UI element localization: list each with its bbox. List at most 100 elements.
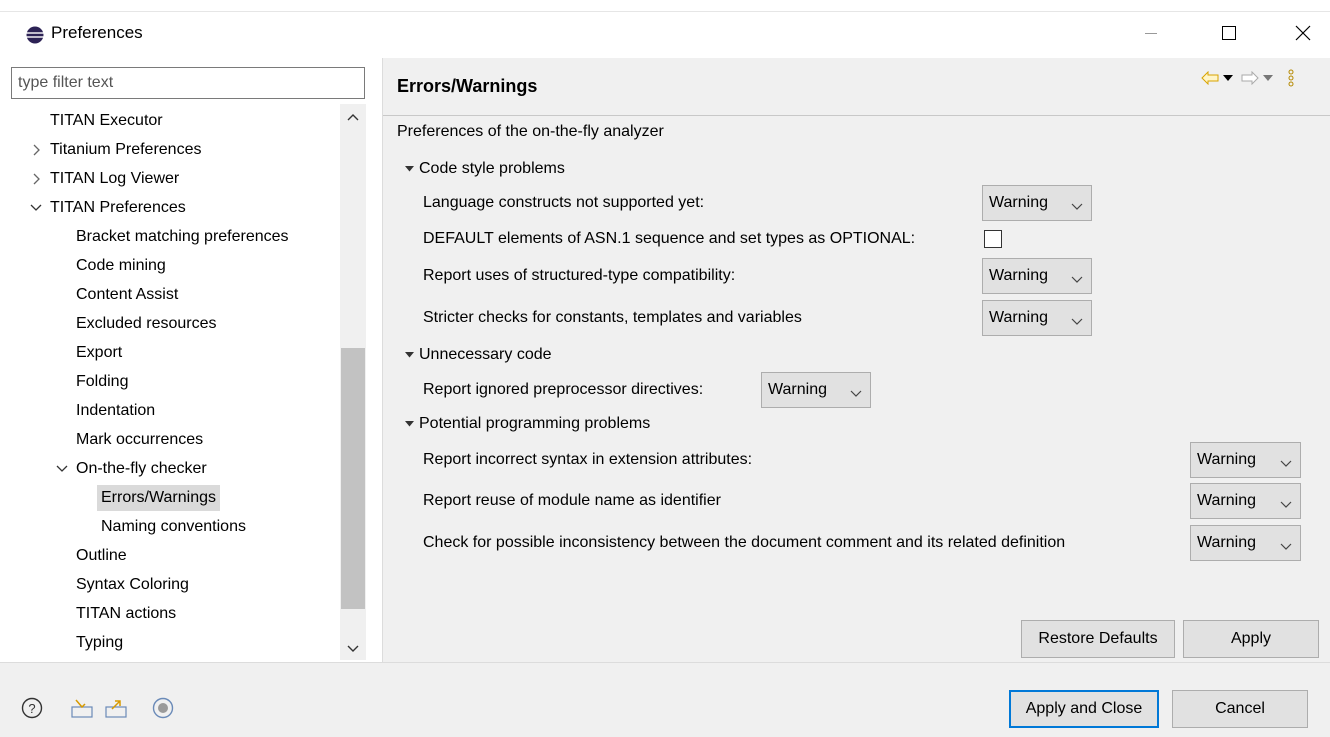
forward-arrow-icon[interactable] <box>1241 66 1259 90</box>
setting-label: Report ignored preprocessor directives: <box>423 381 704 398</box>
tree-item-excluded-resources[interactable]: Excluded resources <box>76 311 217 337</box>
tree-item-titan-actions[interactable]: TITAN actions <box>76 601 176 627</box>
tree-item-errors-warnings[interactable]: Errors/Warnings <box>97 485 220 511</box>
combo-value: Warning <box>1197 492 1256 509</box>
back-menu-icon[interactable] <box>1223 66 1233 90</box>
tree-item-label: TITAN actions <box>76 605 177 622</box>
scrollbar-thumb[interactable] <box>341 348 365 609</box>
page-title: Errors/Warnings <box>397 76 538 96</box>
tree-item-label: Typing <box>76 634 124 651</box>
record-icon[interactable] <box>151 696 175 720</box>
import-icon[interactable] <box>70 696 94 720</box>
setting-label: Check for possible inconsistency between… <box>423 534 1066 551</box>
tree-item-label: Indentation <box>76 402 156 419</box>
restore-defaults-button[interactable]: Restore Defaults <box>1021 620 1175 658</box>
tree-item-code-mining[interactable]: Code mining <box>76 253 166 279</box>
tree-item-label: Excluded resources <box>76 315 217 332</box>
close-button[interactable] <box>1280 12 1326 58</box>
scroll-down-button[interactable] <box>340 638 366 660</box>
chevron-down-icon <box>850 385 862 403</box>
export-icon[interactable] <box>104 696 128 720</box>
preference-page: Errors/Warnings Preferences of the on-th… <box>383 58 1330 662</box>
section-code-style-problems[interactable]: Code style problems <box>419 159 565 179</box>
chevron-down-icon[interactable] <box>55 456 69 482</box>
chevron-down-icon <box>1071 271 1083 289</box>
chevron-down-icon[interactable] <box>29 195 43 221</box>
tree-item-outline[interactable]: Outline <box>76 543 127 569</box>
tree-item-mark-occurrences[interactable]: Mark occurrences <box>76 427 203 453</box>
severity-combo-extension-attributes[interactable]: Warning <box>1190 442 1301 478</box>
tree-item-syntax-coloring[interactable]: Syntax Coloring <box>76 572 189 598</box>
combo-value: Warning <box>989 309 1048 326</box>
tree-item-titanium-preferences[interactable]: Titanium Preferences <box>50 137 201 163</box>
severity-combo-module-name-reuse[interactable]: Warning <box>1190 483 1301 519</box>
tree-scrollbar[interactable] <box>340 104 366 660</box>
tree-item-label: Syntax Coloring <box>76 576 189 593</box>
tree-item-label: Export <box>76 344 123 361</box>
page-header: Errors/Warnings <box>383 58 1330 116</box>
tree-item-folding[interactable]: Folding <box>76 369 128 395</box>
tree-item-content-assist[interactable]: Content Assist <box>76 282 178 308</box>
tree-item-bracket-matching[interactable]: Bracket matching preferences <box>76 224 289 250</box>
forward-menu-icon[interactable] <box>1263 66 1273 90</box>
minimize-button[interactable] <box>1128 12 1174 58</box>
tree-item-label: Content Assist <box>76 286 179 303</box>
help-icon[interactable]: ? <box>20 696 44 720</box>
setting-label: Stricter checks for constants, templates… <box>423 309 802 326</box>
view-menu-icon[interactable] <box>1287 66 1295 90</box>
eclipse-icon <box>26 26 44 44</box>
combo-value: Warning <box>989 267 1048 284</box>
tree-item-typing[interactable]: Typing <box>76 630 123 656</box>
maximize-button[interactable] <box>1206 12 1252 58</box>
apply-and-close-button[interactable]: Apply and Close <box>1009 690 1159 728</box>
section-potential-programming-problems[interactable]: Potential programming problems <box>419 414 650 434</box>
asn1-default-optional-checkbox[interactable] <box>984 230 1002 248</box>
page-content: Preferences of the on-the-fly analyzer C… <box>383 116 1330 662</box>
window-top-edge <box>0 0 1330 12</box>
tree-item-titan-preferences[interactable]: TITAN Preferences <box>50 195 186 221</box>
severity-combo-document-comment[interactable]: Warning <box>1190 525 1301 561</box>
section-expanded-icon[interactable] <box>405 345 415 365</box>
chevron-down-icon <box>1071 198 1083 216</box>
scroll-up-button[interactable] <box>340 106 366 128</box>
tree-item-label: Outline <box>76 547 127 564</box>
chevron-right-icon[interactable] <box>30 166 44 192</box>
chevron-down-icon <box>1280 455 1292 473</box>
tree-item-indentation[interactable]: Indentation <box>76 398 155 424</box>
chevron-down-icon <box>1071 313 1083 331</box>
chevron-up-icon <box>347 108 359 126</box>
tree-item-label: On-the-fly checker <box>76 460 207 477</box>
tree-item-titan-executor[interactable]: TITAN Executor <box>50 108 163 134</box>
combo-value: Warning <box>1197 451 1256 468</box>
preference-tree: TITAN Executor Titanium Preferences TITA… <box>0 104 340 660</box>
tree-item-titan-log-viewer[interactable]: TITAN Log Viewer <box>50 166 179 192</box>
tree-item-label: Bracket matching preferences <box>76 228 289 245</box>
window-title: Preferences <box>51 23 143 42</box>
tree-item-naming-conventions[interactable]: Naming conventions <box>101 514 246 540</box>
section-expanded-icon[interactable] <box>405 414 415 434</box>
minimize-icon <box>1144 26 1158 45</box>
dialog-footer: ? Apply and Close Cancel <box>0 662 1330 737</box>
chevron-down-icon <box>1280 538 1292 556</box>
severity-combo-preprocessor[interactable]: Warning <box>761 372 871 408</box>
setting-label: Language constructs not supported yet: <box>423 194 705 211</box>
back-arrow-icon[interactable] <box>1201 66 1219 90</box>
title-bar[interactable]: Preferences <box>0 12 1330 58</box>
cancel-button[interactable]: Cancel <box>1172 690 1308 728</box>
tree-item-export[interactable]: Export <box>76 340 122 366</box>
tree-item-label: Folding <box>76 373 129 390</box>
filter-input[interactable] <box>11 67 365 99</box>
section-unnecessary-code[interactable]: Unnecessary code <box>419 345 552 365</box>
combo-value: Warning <box>768 381 827 398</box>
severity-combo-stricter-checks[interactable]: Warning <box>982 300 1092 336</box>
preference-tree-panel: TITAN Executor Titanium Preferences TITA… <box>0 58 378 662</box>
chevron-right-icon[interactable] <box>30 137 44 163</box>
tree-item-label: TITAN Log Viewer <box>50 170 180 187</box>
severity-combo-structured-type[interactable]: Warning <box>982 258 1092 294</box>
tree-item-on-the-fly-checker[interactable]: On-the-fly checker <box>76 456 207 482</box>
severity-combo-language-constructs[interactable]: Warning <box>982 185 1092 221</box>
chevron-down-icon <box>347 640 359 658</box>
apply-button[interactable]: Apply <box>1183 620 1319 658</box>
tree-item-label: Titanium Preferences <box>50 141 202 158</box>
section-expanded-icon[interactable] <box>405 159 415 179</box>
